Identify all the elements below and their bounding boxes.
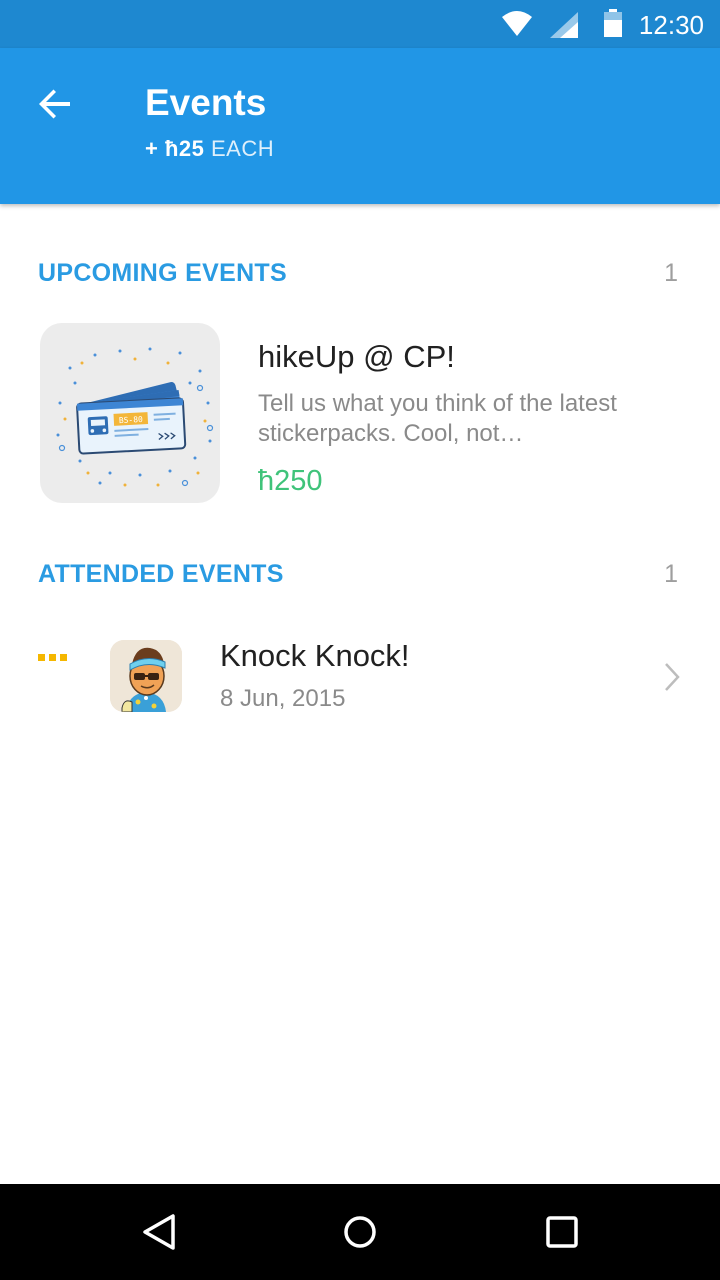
back-button[interactable] — [28, 76, 84, 132]
upcoming-count: 1 — [664, 259, 678, 287]
battery-icon — [604, 9, 622, 37]
status-bar: 12:30 — [0, 0, 720, 48]
app-bar: Events + ħ25 EACH — [0, 48, 720, 204]
event-reward: ħ250 — [258, 465, 323, 497]
upcoming-section-header: UPCOMING EVENTS 1 — [38, 259, 682, 295]
event-thumbnail: BS-80 — [40, 323, 220, 503]
system-nav-bar — [0, 1184, 720, 1280]
recents-square-icon — [546, 1216, 578, 1248]
chevron-right-icon — [665, 663, 680, 691]
page-title: Events — [145, 82, 267, 123]
attended-event-item[interactable]: Knock Knock! 8 Jun, 2015 — [0, 620, 720, 730]
attended-section-header: ATTENDED EVENTS 1 — [38, 560, 682, 596]
attended-label: ATTENDED EVENTS — [38, 560, 284, 588]
event-title: hikeUp @ CP! — [258, 339, 455, 374]
nav-back-button[interactable] — [135, 1208, 183, 1256]
status-time: 12:30 — [638, 10, 704, 40]
nav-home-button[interactable] — [336, 1208, 384, 1256]
subtitle-each: EACH — [211, 136, 275, 161]
upcoming-event-item[interactable]: BS-80 hikeUp @ CP! Tell us what you thin… — [40, 323, 682, 505]
attended-count: 1 — [664, 560, 678, 588]
subtitle-amount: + ħ25 — [145, 136, 205, 161]
upcoming-label: UPCOMING EVENTS — [38, 259, 287, 287]
wifi-icon — [502, 11, 532, 36]
more-dots-icon — [38, 654, 67, 661]
attended-event-date: 8 Jun, 2015 — [220, 685, 346, 712]
back-triangle-icon — [143, 1214, 175, 1250]
ticket-icon: BS-80 — [56, 347, 214, 487]
cell-signal-icon — [550, 12, 578, 38]
svg-text:BS-80: BS-80 — [119, 415, 144, 425]
character-sticker-icon — [110, 640, 182, 712]
arrow-left-icon — [39, 89, 70, 119]
attended-event-title: Knock Knock! — [220, 638, 410, 673]
home-circle-icon — [344, 1216, 376, 1248]
page-subtitle: + ħ25 EACH — [145, 136, 274, 162]
nav-recents-button[interactable] — [538, 1208, 586, 1256]
event-description: Tell us what you think of the latest sti… — [258, 390, 617, 447]
